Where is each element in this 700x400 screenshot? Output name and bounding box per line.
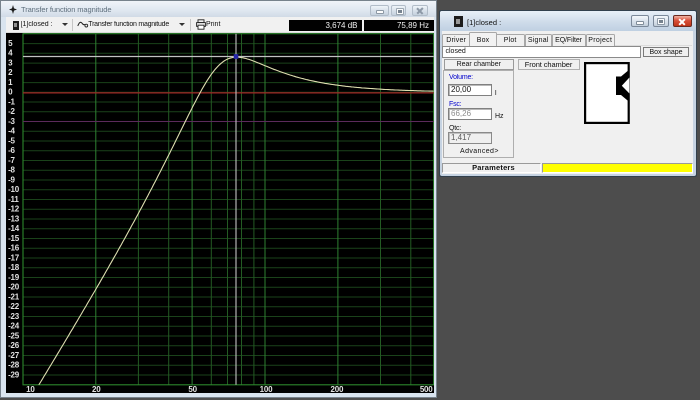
svg-text:-14: -14 xyxy=(8,224,20,233)
svg-text:-9: -9 xyxy=(8,175,15,184)
svg-text:-6: -6 xyxy=(8,146,15,155)
svg-text:500: 500 xyxy=(419,384,432,393)
svg-text:-2: -2 xyxy=(8,107,15,116)
svg-text:4: 4 xyxy=(8,48,13,57)
svg-text:-10: -10 xyxy=(8,185,20,194)
svg-text:100: 100 xyxy=(259,384,272,393)
svg-text:-3: -3 xyxy=(8,116,15,125)
svg-text:-16: -16 xyxy=(8,243,20,252)
svg-text:-1: -1 xyxy=(8,97,15,106)
svg-text:20: 20 xyxy=(92,384,101,393)
svg-text:50: 50 xyxy=(188,384,197,393)
svg-text:2: 2 xyxy=(8,68,13,77)
svg-text:-22: -22 xyxy=(8,302,20,311)
svg-text:-13: -13 xyxy=(8,214,20,223)
svg-text:-18: -18 xyxy=(8,263,20,272)
svg-text:-27: -27 xyxy=(8,350,20,359)
svg-text:-28: -28 xyxy=(8,360,20,369)
svg-text:-21: -21 xyxy=(8,292,20,301)
svg-text:-15: -15 xyxy=(8,233,20,242)
svg-text:-5: -5 xyxy=(8,136,15,145)
svg-text:-29: -29 xyxy=(8,370,20,379)
svg-text:-23: -23 xyxy=(8,311,20,320)
svg-text:10: 10 xyxy=(26,384,35,393)
svg-text:-26: -26 xyxy=(8,341,20,350)
svg-text:5: 5 xyxy=(8,39,13,48)
svg-text:-25: -25 xyxy=(8,331,20,340)
svg-text:-12: -12 xyxy=(8,204,20,213)
svg-text:-4: -4 xyxy=(8,126,15,135)
svg-text:1: 1 xyxy=(8,78,13,87)
svg-text:-20: -20 xyxy=(8,282,20,291)
svg-text:3: 3 xyxy=(8,58,13,67)
svg-text:-7: -7 xyxy=(8,155,15,164)
svg-text:-11: -11 xyxy=(8,194,19,203)
svg-text:-19: -19 xyxy=(8,272,20,281)
svg-text:0: 0 xyxy=(8,87,13,96)
svg-text:-8: -8 xyxy=(8,165,15,174)
svg-text:-17: -17 xyxy=(8,253,20,262)
svg-text:-24: -24 xyxy=(8,321,20,330)
svg-text:200: 200 xyxy=(330,384,343,393)
